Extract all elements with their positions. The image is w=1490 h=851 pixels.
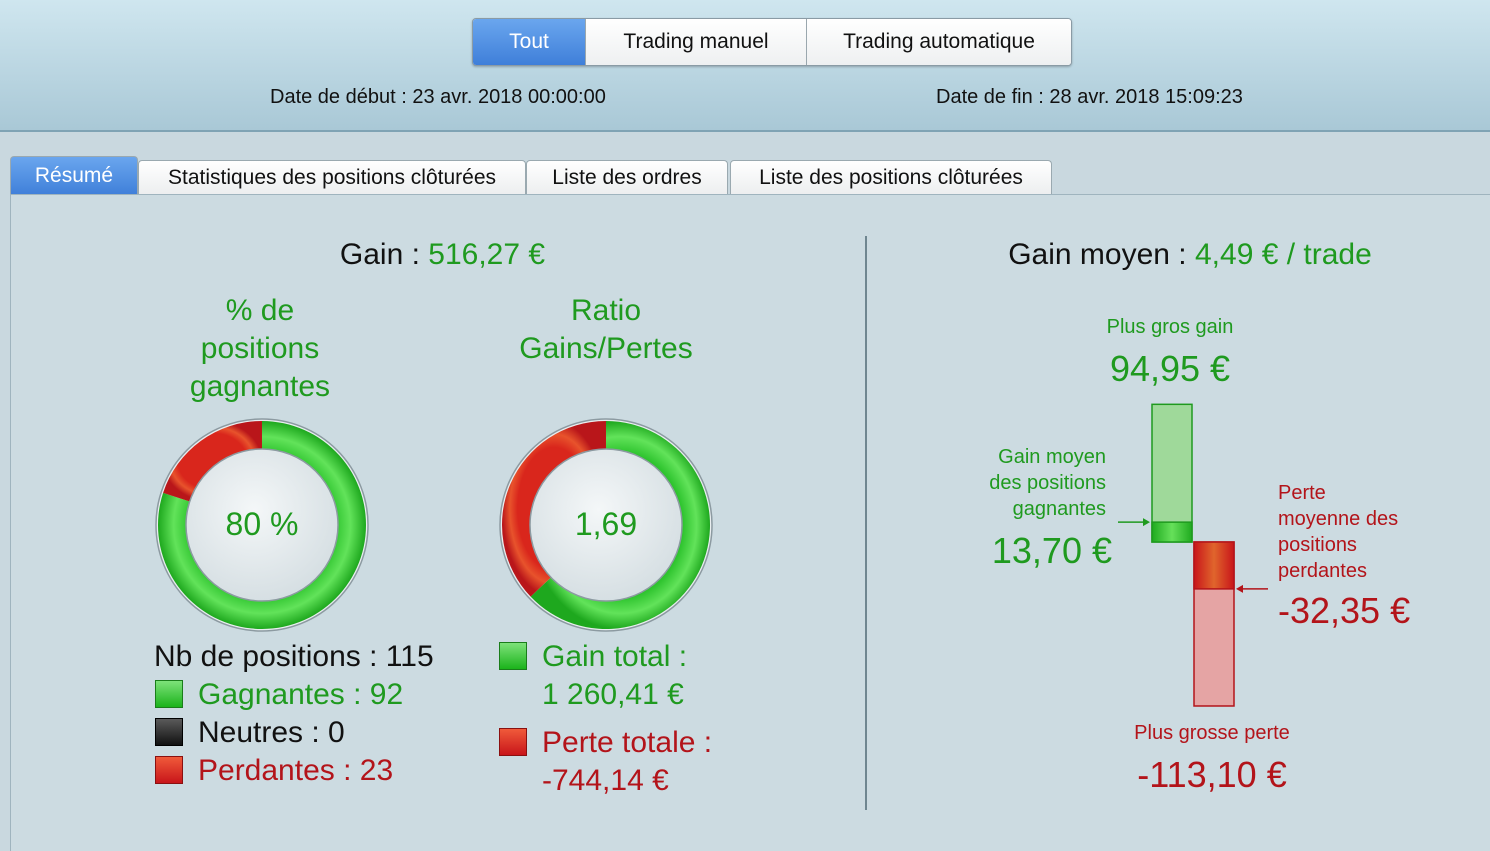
avg-gain-bar (1151, 521, 1193, 543)
max-loss-value: -113,10 € (1137, 754, 1287, 795)
losers-swatch (155, 756, 183, 784)
avg-loss-label-line: positions (1278, 534, 1357, 556)
mode-segmented-control: Tout Trading manuel Trading automatique (472, 18, 1072, 66)
win-pct-title: % de positions gagnantes (130, 292, 390, 406)
gain-loss-bars (1118, 403, 1268, 707)
max-loss-label: Plus grosse perte (1134, 722, 1290, 744)
avg-gain-title: Gain moyen : 4,49 € / trade (870, 238, 1490, 272)
segment-trading-automatique[interactable]: Trading automatique (807, 19, 1071, 65)
total-loss-value: -744,14 € (542, 764, 669, 797)
tab-resume[interactable]: Résumé (10, 156, 138, 195)
avg-win-label-line: des positions (989, 472, 1106, 494)
neutral-swatch (155, 718, 183, 746)
ratio-title-line: Ratio (570, 294, 642, 327)
avg-win-label: Gain moyen des positions gagnantes (940, 444, 1106, 522)
end-date-label: Date de fin : (936, 86, 1044, 108)
total-loss-label: Perte totale : (542, 726, 713, 759)
winners-swatch (155, 680, 183, 708)
avg-loss-value: -32,35 € (1278, 590, 1411, 631)
nb-positions: Nb de positions : 115 (154, 640, 434, 673)
avg-win-value: 13,70 € (991, 530, 1112, 571)
max-gain-value: 94,95 € (1109, 348, 1231, 389)
avg-gain-value: 4,49 € / trade (1194, 238, 1372, 271)
total-loss-swatch (499, 728, 527, 756)
end-date: Date de fin : 28 avr. 2018 15:09:23 (936, 86, 1243, 109)
start-date-label: Date de début : (270, 86, 407, 108)
avg-loss-bar (1193, 541, 1235, 590)
winners-count: Gagnantes : 92 (198, 678, 404, 711)
max-gain-bar (1151, 403, 1193, 543)
segment-trading-manuel[interactable]: Trading manuel (586, 19, 807, 65)
avg-loss-label: Perte moyenne des positions perdantes (1278, 480, 1398, 584)
avg-loss-label-line: moyenne des (1278, 508, 1399, 530)
ratio-value: 1,69 (574, 506, 638, 542)
avg-win-label-line: Gain moyen (998, 446, 1106, 468)
header-bar: Tout Trading manuel Trading automatique … (0, 0, 1490, 132)
win-title-line: positions (200, 332, 320, 365)
ratio-title: Ratio Gains/Pertes (476, 292, 736, 368)
tab-liste-ordres[interactable]: Liste des ordres (526, 160, 728, 195)
total-gain-swatch (499, 642, 527, 670)
avg-loss-label-line: perdantes (1278, 560, 1367, 582)
total-gain-label: Gain total : (542, 640, 688, 673)
win-rate-value: 80 % (225, 506, 299, 542)
ratio-title-line: Gains/Pertes (519, 332, 693, 365)
gain-title: Gain : 516,27 € (0, 238, 885, 272)
avg-loss-arrow-head (1236, 584, 1243, 593)
total-gain-value: 1 260,41 € (542, 678, 684, 711)
tab-liste-positions[interactable]: Liste des positions clôturées (730, 160, 1052, 195)
avg-win-label-line: gagnantes (1012, 498, 1106, 520)
tab-statistiques[interactable]: Statistiques des positions clôturées (138, 160, 526, 195)
section-divider (865, 236, 867, 810)
segment-tout[interactable]: Tout (473, 19, 586, 65)
start-date-value: 23 avr. 2018 00:00:00 (412, 86, 606, 108)
avg-gain-label: Gain moyen : (1008, 238, 1187, 271)
avg-gain-arrow-head (1143, 518, 1150, 527)
losers-count: Perdantes : 23 (198, 754, 394, 787)
neutral-count: Neutres : 0 (198, 716, 345, 749)
gain-value: 516,27 € (428, 238, 546, 271)
start-date: Date de début : 23 avr. 2018 00:00:00 (270, 86, 606, 109)
max-gain-label: Plus gros gain (1106, 316, 1234, 338)
gain-label: Gain : (339, 238, 420, 271)
win-title-line: % de (225, 294, 295, 327)
win-title-line: gagnantes (189, 370, 331, 403)
end-date-value: 28 avr. 2018 15:09:23 (1049, 86, 1243, 108)
avg-loss-label-line: Perte (1278, 482, 1326, 504)
